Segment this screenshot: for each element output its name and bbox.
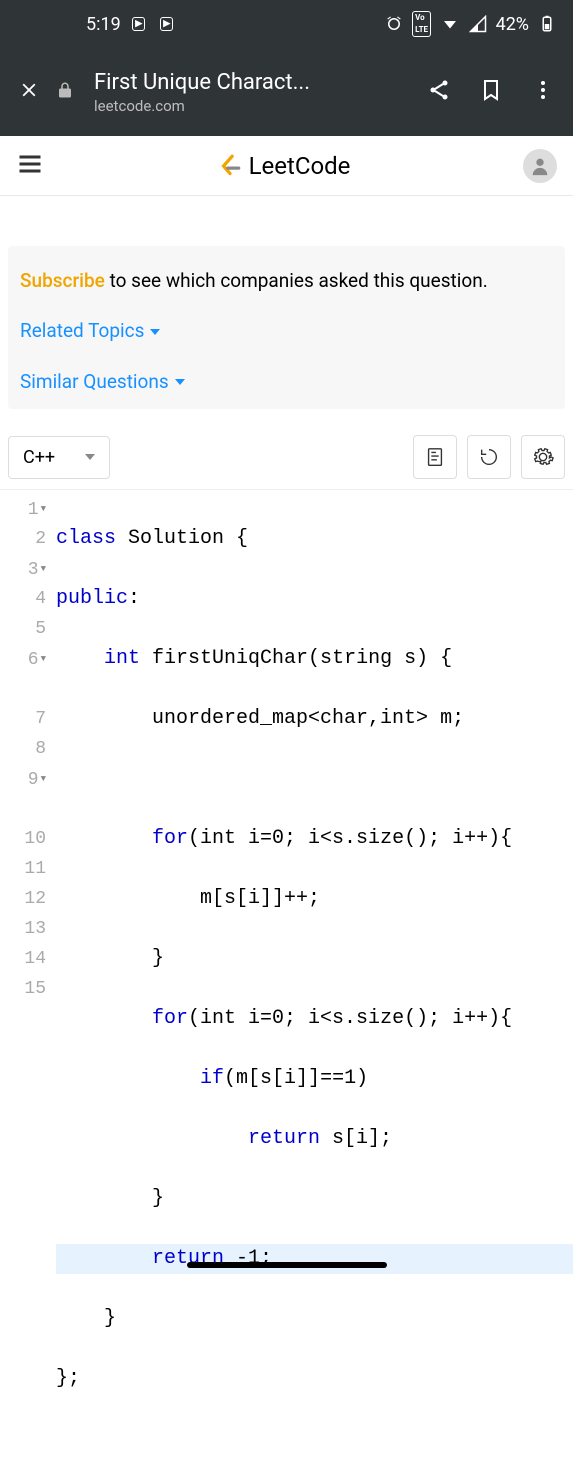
app-icon-2: ▶ [157, 14, 177, 34]
status-bar: 5:19 ▶ ▶ VoLTE 42% [0, 0, 573, 48]
problem-content: Subscribe to see which companies asked t… [0, 246, 573, 1458]
leetcode-logo-icon [217, 153, 243, 179]
page-title: First Unique Charact... [94, 70, 403, 95]
bookmark-icon[interactable] [479, 78, 503, 106]
share-icon[interactable] [427, 78, 451, 106]
battery-text: 42% [496, 14, 529, 35]
notes-button[interactable] [413, 435, 457, 479]
language-select[interactable]: C++ [8, 436, 110, 479]
gesture-bar[interactable] [187, 1262, 387, 1268]
app-icon-1: ▶ [129, 14, 149, 34]
chevron-down-icon [175, 379, 185, 385]
reset-button[interactable] [467, 435, 511, 479]
language-label: C++ [23, 447, 55, 468]
code-body[interactable]: class Solution { public: int firstUniqCh… [56, 490, 573, 1458]
subscribe-notice: Subscribe to see which companies asked t… [8, 246, 565, 409]
chevron-down-icon [85, 454, 95, 460]
app-header: LeetCode [0, 136, 573, 196]
lock-icon [56, 81, 74, 103]
related-topics-toggle[interactable]: Related Topics [20, 316, 553, 346]
battery-icon [537, 14, 557, 34]
settings-button[interactable] [521, 435, 565, 479]
close-icon[interactable] [18, 79, 40, 105]
avatar[interactable] [523, 149, 557, 183]
similar-questions-toggle[interactable]: Similar Questions [20, 367, 553, 397]
browser-bar: First Unique Charact... leetcode.com [0, 48, 573, 136]
lte-icon: VoLTE [412, 14, 432, 34]
page-title-block[interactable]: First Unique Charact... leetcode.com [94, 70, 403, 115]
line-gutter: 1▼ 2 3▼ 4 5 6▼ 7 8 9▼ 10 11 12 13 14 15 [0, 490, 56, 1458]
more-icon[interactable] [531, 78, 555, 106]
wifi-off-icon [440, 14, 460, 34]
clock: 5:19 [86, 14, 121, 35]
page-domain: leetcode.com [94, 97, 403, 115]
menu-icon[interactable] [16, 150, 44, 182]
editor-toolbar: C++ [8, 435, 565, 479]
brand[interactable]: LeetCode [44, 152, 523, 180]
brand-text: LeetCode [249, 152, 351, 180]
signal-icon [468, 14, 488, 34]
subscribe-rest: to see which companies asked this questi… [105, 269, 488, 292]
code-editor[interactable]: 1▼ 2 3▼ 4 5 6▼ 7 8 9▼ 10 11 12 13 14 15 … [0, 489, 573, 1458]
alarm-icon [384, 14, 404, 34]
chevron-down-icon [150, 329, 160, 335]
subscribe-link[interactable]: Subscribe [20, 269, 105, 292]
